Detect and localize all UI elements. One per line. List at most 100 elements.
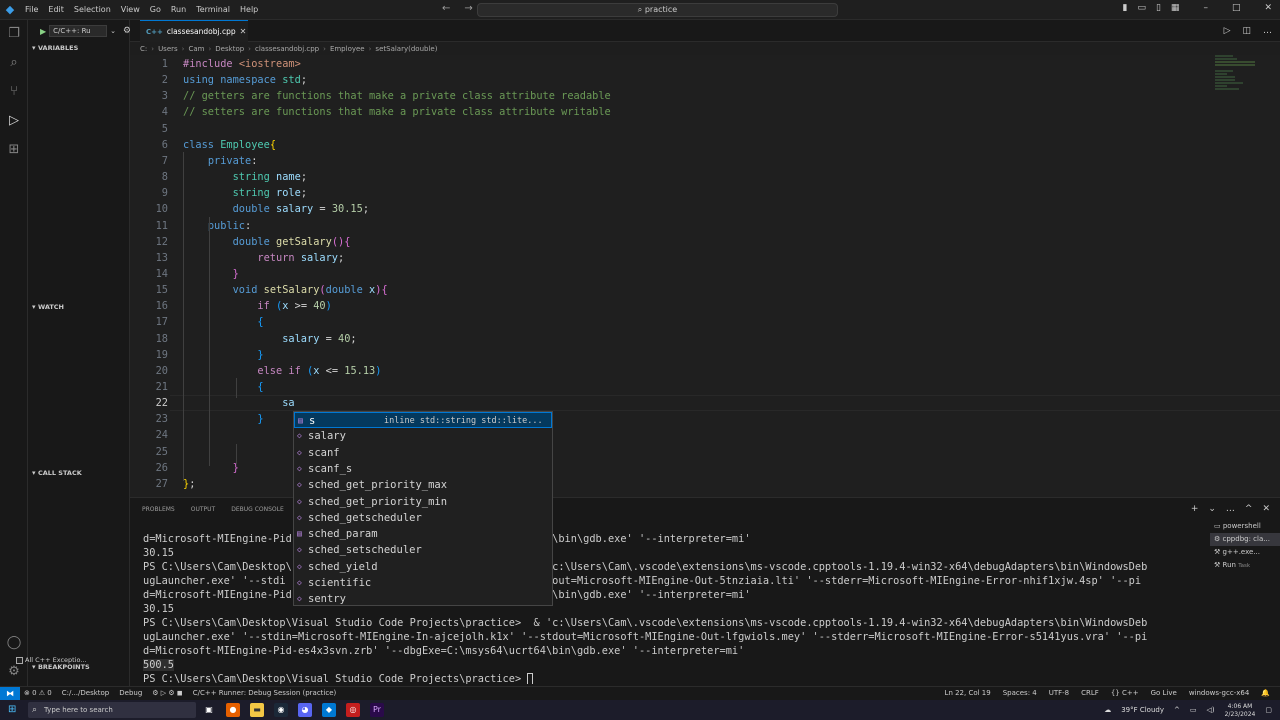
code-line[interactable]: 2 using namespace std; bbox=[130, 72, 1230, 88]
code-line[interactable]: 19 } bbox=[130, 347, 1230, 363]
notification-center-icon[interactable]: ▢ bbox=[1265, 702, 1272, 719]
close-icon[interactable]: ✕ bbox=[240, 27, 247, 36]
menu-file[interactable]: File bbox=[25, 5, 38, 14]
go-live-button[interactable]: Go Live bbox=[1151, 687, 1177, 700]
indentation[interactable]: Spaces: 4 bbox=[1003, 687, 1037, 700]
weather-cloud-icon[interactable]: ☁ bbox=[1104, 702, 1111, 719]
tab-problems[interactable]: PROBLEMS bbox=[142, 506, 175, 513]
code-line[interactable]: 21 { bbox=[130, 379, 1230, 395]
back-arrow-icon[interactable]: ← bbox=[442, 3, 450, 14]
suggestion-item[interactable]: ▤ sched_param bbox=[294, 526, 552, 542]
tab-debug-console[interactable]: DEBUG CONSOLE bbox=[231, 506, 284, 513]
code-line[interactable]: 14 } bbox=[130, 266, 1230, 282]
menu-selection[interactable]: Selection bbox=[74, 5, 111, 14]
suggestion-item[interactable]: ◇ sched_getscheduler bbox=[294, 510, 552, 526]
code-line[interactable]: 10 double salary = 30.15; bbox=[130, 201, 1230, 217]
section-watch[interactable]: WATCH bbox=[28, 301, 130, 313]
status-debug[interactable]: Debug bbox=[119, 687, 142, 700]
explorer-icon[interactable]: ❐ bbox=[6, 26, 22, 42]
terminal-item-cppdbg[interactable]: ⚙ cppdbg: cla... bbox=[1210, 533, 1280, 546]
maximize-icon[interactable]: □ bbox=[1232, 3, 1241, 13]
premiere-icon[interactable]: Pr bbox=[370, 703, 384, 717]
menu-view[interactable]: View bbox=[121, 5, 140, 14]
menu-edit[interactable]: Edit bbox=[48, 5, 64, 14]
code-line[interactable]: 9 string role; bbox=[130, 185, 1230, 201]
run-debug-icon[interactable]: ▷ bbox=[6, 113, 22, 129]
minimize-icon[interactable]: – bbox=[1203, 3, 1208, 13]
code-line[interactable]: 20 else if (x <= 15.13) bbox=[130, 363, 1230, 379]
toggle-panel-icon[interactable]: ▭ bbox=[1137, 3, 1146, 13]
terminal-item-run-task[interactable]: ⚒ Run Task bbox=[1210, 559, 1280, 572]
breadcrumb-item[interactable]: Employee bbox=[330, 45, 365, 53]
minimap[interactable] bbox=[1215, 55, 1265, 115]
breadcrumb-item[interactable]: setSalary(double) bbox=[375, 45, 437, 53]
search-icon[interactable]: ⌕ bbox=[6, 55, 22, 71]
suggestion-item[interactable]: ◇ sentry bbox=[294, 591, 552, 607]
cursor-position[interactable]: Ln 22, Col 19 bbox=[945, 687, 991, 700]
code-line[interactable]: 11 public: bbox=[130, 218, 1230, 234]
suggestion-item[interactable]: ◇ sched_get_priority_max bbox=[294, 477, 552, 493]
start-debugging-icon[interactable]: ▶ bbox=[40, 27, 46, 36]
suggestion-item[interactable]: ◇ scientific bbox=[294, 575, 552, 591]
breadcrumb-item[interactable]: Cam bbox=[188, 45, 204, 53]
remote-icon[interactable]: ⧓ bbox=[0, 687, 20, 701]
terminal-item-powershell[interactable]: ▭ powershell bbox=[1210, 520, 1280, 533]
code-line[interactable]: 12 double getSalary(){ bbox=[130, 234, 1230, 250]
code-line[interactable]: 16 if (x >= 40) bbox=[130, 298, 1230, 314]
suggestion-item[interactable]: ▤ s inline std::string std::lite... bbox=[294, 412, 552, 429]
discord-icon[interactable]: ◕ bbox=[298, 703, 312, 717]
manage-gear-icon[interactable]: ⚙ bbox=[6, 664, 22, 680]
chevron-down-icon[interactable]: ⌄ bbox=[1208, 504, 1216, 514]
breadcrumb-item[interactable]: classesandobj.cpp bbox=[255, 45, 319, 53]
windows-start-icon[interactable]: ⊞ bbox=[8, 704, 16, 715]
extensions-icon[interactable]: ⊞ bbox=[6, 142, 22, 158]
status-folder[interactable]: C:/.../Desktop bbox=[62, 687, 110, 700]
close-panel-icon[interactable]: ✕ bbox=[1262, 504, 1270, 514]
problems-count[interactable]: ⊗ 0 ⚠ 0 bbox=[24, 687, 52, 700]
status-run-icons[interactable]: ⚙ ▷ ⚙ ◼ bbox=[152, 687, 182, 700]
customize-layout-icon[interactable]: ▦ bbox=[1171, 3, 1180, 13]
code-line[interactable]: 7 private: bbox=[130, 153, 1230, 169]
more-actions-icon[interactable]: … bbox=[1263, 26, 1272, 36]
network-icon[interactable]: ▭ bbox=[1190, 702, 1197, 719]
new-terminal-icon[interactable]: + bbox=[1191, 504, 1199, 514]
code-line[interactable]: 18 salary = 40; bbox=[130, 331, 1230, 347]
line-ending[interactable]: CRLF bbox=[1081, 687, 1099, 700]
terminal-item-gpp[interactable]: ⚒ g++.exe... bbox=[1210, 546, 1280, 559]
code-line[interactable]: 13 return salary; bbox=[130, 250, 1230, 266]
taskbar-clock[interactable]: 4:06 AM 2/23/2024 bbox=[1225, 702, 1256, 719]
menu-help[interactable]: Help bbox=[240, 5, 258, 14]
status-debug-session[interactable]: C/C++ Runner: Debug Session (practice) bbox=[193, 687, 337, 700]
suggestion-item[interactable]: ◇ scanf_s bbox=[294, 461, 552, 477]
code-line[interactable]: 22 sa bbox=[130, 395, 1230, 411]
firefox-icon[interactable]: ● bbox=[226, 703, 240, 717]
steam-icon[interactable]: ◉ bbox=[274, 703, 288, 717]
code-line[interactable]: 4 // setters are functions that make a pr… bbox=[130, 104, 1230, 120]
toggle-sidebar-icon[interactable]: ▮ bbox=[1123, 3, 1128, 13]
code-line[interactable]: 17 { bbox=[130, 314, 1230, 330]
compiler-config[interactable]: windows-gcc-x64 bbox=[1189, 687, 1249, 700]
taskbar-search[interactable]: Type here to search bbox=[28, 702, 196, 718]
more-icon[interactable]: … bbox=[1226, 504, 1235, 514]
suggestion-item[interactable]: ◇ sched_get_priority_min bbox=[294, 494, 552, 510]
task-view-icon[interactable]: ▣ bbox=[202, 703, 216, 717]
vscode-taskbar-icon[interactable]: ◆ bbox=[322, 703, 336, 717]
code-line[interactable]: 1 #include <iostream> bbox=[130, 56, 1230, 72]
source-control-icon[interactable]: ⑂ bbox=[6, 84, 22, 100]
suggestion-item[interactable]: ◇ salary bbox=[294, 428, 552, 444]
code-line[interactable]: 3 // getters are functions that make a pr… bbox=[130, 88, 1230, 104]
chevron-down-icon[interactable]: ⌄ bbox=[110, 27, 116, 35]
volume-icon[interactable]: ◁) bbox=[1206, 702, 1214, 719]
encoding[interactable]: UTF-8 bbox=[1049, 687, 1069, 700]
suggestion-item[interactable]: ◇ sched_yield bbox=[294, 559, 552, 575]
language-mode[interactable]: {} C++ bbox=[1111, 687, 1139, 700]
split-editor-icon[interactable]: ◫ bbox=[1242, 26, 1251, 36]
section-variables[interactable]: VARIABLES bbox=[28, 42, 130, 54]
menu-run[interactable]: Run bbox=[171, 5, 186, 14]
tray-chevron-icon[interactable]: ^ bbox=[1174, 702, 1180, 719]
code-line[interactable]: 6 class Employee{ bbox=[130, 137, 1230, 153]
suggestion-item[interactable]: ◇ scanf bbox=[294, 445, 552, 461]
breadcrumb-item[interactable]: C: bbox=[140, 45, 147, 53]
section-call-stack[interactable]: CALL STACK bbox=[28, 467, 130, 479]
menu-terminal[interactable]: Terminal bbox=[196, 5, 230, 14]
